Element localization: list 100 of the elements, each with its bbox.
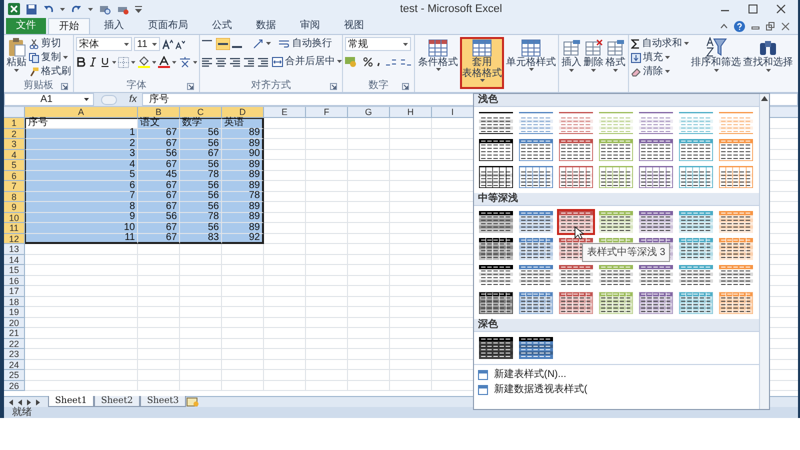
autosum-button[interactable]: 自动求和 (631, 37, 689, 50)
row-header[interactable]: 18 (4, 296, 25, 307)
column-header[interactable]: H (390, 107, 432, 118)
row-header[interactable]: 23 (4, 349, 25, 360)
row-header[interactable]: 24 (4, 360, 25, 370)
table-cell: 89 (222, 223, 264, 234)
ribbon-tab[interactable]: 文件 (6, 18, 46, 34)
style-button[interactable]: 单元格样式 (504, 37, 558, 89)
cells-button[interactable]: 插入 (561, 37, 582, 72)
table-cell: 56 (138, 150, 180, 160)
column-header[interactable]: A (25, 107, 138, 118)
clear-button[interactable]: 清除 (631, 65, 689, 78)
sheet-tab[interactable]: Sheet1 (48, 396, 94, 407)
ribbon-tab[interactable]: 视图 (334, 18, 374, 34)
column-header[interactable]: E (264, 107, 306, 118)
ribbon-tab[interactable]: 公式 (202, 18, 242, 34)
find-select-button[interactable]: 查找和选择 (743, 37, 793, 92)
cut-button[interactable]: 剪切 (29, 37, 71, 50)
column-header[interactable]: I (432, 107, 474, 118)
table-cell: 56 (180, 192, 222, 202)
number-format-field[interactable]: 常规 (345, 37, 411, 51)
row-header[interactable]: 1 (4, 118, 25, 128)
table-cell: 56 (138, 212, 180, 223)
table-cell: 67 (138, 234, 180, 244)
font-size-field[interactable]: 11 (134, 37, 160, 51)
copy-button[interactable]: 复制 (29, 51, 71, 64)
menu-item[interactable]: 新建表样式(N)... (474, 367, 759, 382)
paste-button[interactable]: 粘贴 (6, 37, 27, 78)
table-cell: 89 (222, 170, 264, 181)
name-box[interactable]: A1 (4, 93, 94, 106)
table-cell: 78 (222, 192, 264, 202)
ribbon-tab[interactable]: 开始 (48, 18, 90, 34)
row-header[interactable]: 5 (4, 160, 25, 170)
cells-button[interactable]: 格式 (605, 37, 626, 72)
row-header[interactable]: 26 (4, 380, 25, 391)
row-header[interactable]: 12 (4, 234, 25, 244)
group-label: 数字 (368, 80, 388, 92)
table-cell: 3 (25, 150, 138, 160)
tooltip: 表样式中等深浅 3 (582, 243, 670, 262)
table-cell: 45 (138, 170, 180, 181)
row-header[interactable]: 25 (4, 370, 25, 380)
table-cell: 89 (222, 128, 264, 139)
table-cell: 序号 (25, 118, 138, 128)
row-header[interactable]: 9 (4, 202, 25, 212)
table-cell: 6 (25, 181, 138, 192)
column-header[interactable]: G (348, 107, 390, 118)
cells-button[interactable]: 删除 (583, 37, 604, 72)
row-header[interactable]: 3 (4, 139, 25, 150)
ribbon-tab[interactable]: 审阅 (290, 18, 330, 34)
insert-function-button[interactable]: fx (124, 94, 142, 104)
table-cell: 89 (222, 202, 264, 212)
row-header[interactable]: 13 (4, 244, 25, 254)
menu-item[interactable]: 新建数据透视表样式( (474, 382, 759, 397)
table-cell: 56 (180, 181, 222, 192)
style-button[interactable]: 条件格式 (416, 37, 460, 89)
group-label: 对齐方式 (251, 80, 291, 92)
row-header[interactable]: 11 (4, 223, 25, 234)
row-header[interactable]: 17 (4, 286, 25, 296)
row-header[interactable]: 14 (4, 254, 25, 265)
wrap-text-button[interactable]: 自动换行 (279, 37, 332, 50)
column-header[interactable]: F (306, 107, 348, 118)
table-cell: 9 (25, 212, 138, 223)
row-header[interactable]: 6 (4, 170, 25, 181)
row-header[interactable]: 2 (4, 128, 25, 139)
table-cell: 英语 (222, 118, 264, 128)
column-header[interactable]: B (138, 107, 180, 118)
row-header[interactable]: 22 (4, 338, 25, 349)
sheet-tab[interactable]: Sheet2 (94, 396, 140, 407)
row-header[interactable]: 8 (4, 192, 25, 202)
merge-center-button[interactable]: 合并后居中 (272, 55, 342, 68)
column-header[interactable]: C (180, 107, 222, 118)
format-painter-button[interactable]: 格式刷 (29, 65, 71, 78)
table-cell: 78 (180, 212, 222, 223)
row-header[interactable]: 20 (4, 318, 25, 328)
table-cell: 89 (222, 139, 264, 150)
row-header[interactable]: 19 (4, 307, 25, 318)
row-header[interactable]: 21 (4, 328, 25, 338)
table-cell: 56 (180, 223, 222, 234)
row-header[interactable]: 4 (4, 150, 25, 160)
table-cell: 2 (25, 139, 138, 150)
table-cell: 4 (25, 160, 138, 170)
window-title: test - Microsoft Excel (400, 2, 502, 17)
table-cell: 7 (25, 192, 138, 202)
table-cell: 67 (138, 202, 180, 212)
ribbon-tab[interactable]: 页面布局 (138, 18, 198, 34)
ribbon-tab[interactable]: 插入 (94, 18, 134, 34)
sheet-tab[interactable]: Sheet3 (140, 396, 186, 407)
table-cell: 67 (138, 128, 180, 139)
ribbon-tab[interactable]: 数据 (246, 18, 286, 34)
sort-filter-button[interactable]: 排序和筛选 (691, 37, 741, 92)
fill-button[interactable]: 填充 (631, 51, 689, 64)
row-header[interactable]: 15 (4, 265, 25, 276)
row-header[interactable]: 10 (4, 212, 25, 223)
font-name-field[interactable]: 宋体 (76, 37, 132, 51)
row-header[interactable]: 16 (4, 276, 25, 286)
table-cell: 10 (25, 223, 138, 234)
status-text: 就绪 (12, 408, 32, 418)
style-button[interactable]: 套用 表格格式 (460, 37, 504, 89)
row-header[interactable]: 7 (4, 181, 25, 192)
column-header[interactable]: D (222, 107, 264, 118)
